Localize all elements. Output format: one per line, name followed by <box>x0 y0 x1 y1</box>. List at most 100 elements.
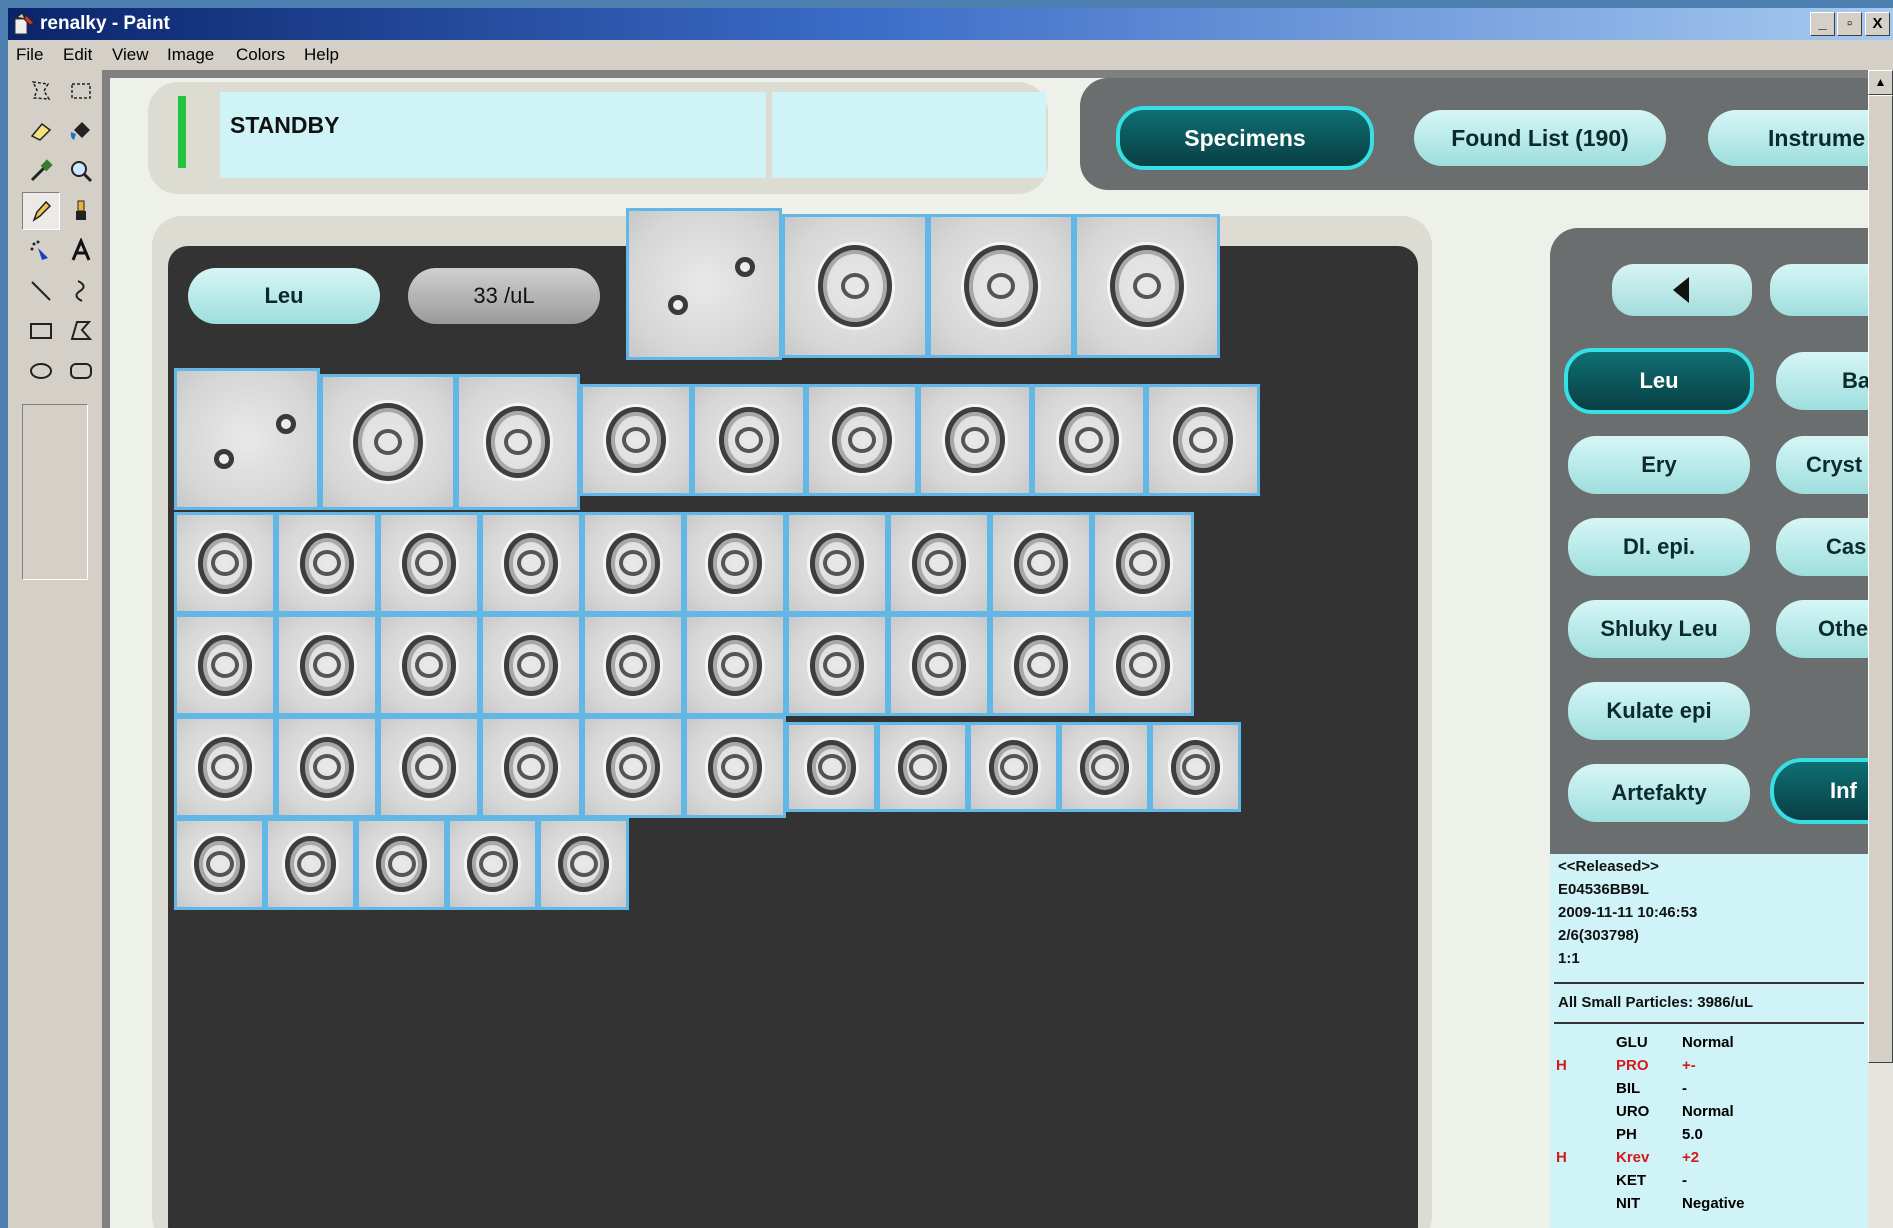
cell-thumbnail[interactable] <box>174 512 276 614</box>
cell-thumbnail[interactable] <box>684 716 786 818</box>
cell-thumbnail[interactable] <box>174 614 276 716</box>
cell-thumbnail[interactable] <box>378 512 480 614</box>
rect-select-tool[interactable] <box>62 72 100 110</box>
menu-file[interactable]: File <box>16 45 43 65</box>
cell-thumbnail[interactable] <box>174 368 320 510</box>
line-tool[interactable] <box>22 272 60 310</box>
vertical-scrollbar[interactable]: ▲ <box>1868 70 1893 1228</box>
cell-thumbnail[interactable] <box>684 512 786 614</box>
cell-thumbnail[interactable] <box>692 384 806 496</box>
close-button[interactable]: X <box>1865 12 1890 36</box>
cell-thumbnail[interactable] <box>378 614 480 716</box>
cell-thumbnail[interactable] <box>582 512 684 614</box>
cell-thumbnail[interactable] <box>480 512 582 614</box>
minimize-button[interactable]: _ <box>1810 12 1835 36</box>
free-select-tool[interactable] <box>22 72 60 110</box>
chem-flag: H <box>1556 1149 1567 1166</box>
cell-thumbnail[interactable] <box>968 722 1059 812</box>
side-button-cryst[interactable]: Cryst <box>1776 436 1868 494</box>
menu-edit[interactable]: Edit <box>63 45 92 65</box>
cell-thumbnail[interactable] <box>888 512 990 614</box>
category-label[interactable]: Leu <box>188 268 380 324</box>
cell-thumbnail[interactable] <box>276 716 378 818</box>
cell-thumbnail[interactable] <box>456 374 580 510</box>
side-button-ba[interactable]: Ba <box>1776 352 1868 410</box>
cell-thumbnail[interactable] <box>1059 722 1150 812</box>
cell-image <box>299 634 355 696</box>
polygon-tool[interactable] <box>62 312 100 350</box>
brush-tool[interactable] <box>62 192 100 230</box>
tab-found-list[interactable]: Found List (190) <box>1414 110 1666 166</box>
cell-thumbnail[interactable] <box>684 614 786 716</box>
side-button-artefakty[interactable]: Artefakty <box>1568 764 1750 822</box>
magnifier-tool[interactable] <box>62 152 100 190</box>
previous-button[interactable] <box>1612 264 1752 316</box>
cell-thumbnail[interactable] <box>378 716 480 818</box>
cell-thumbnail[interactable] <box>1074 214 1220 358</box>
cell-thumbnail[interactable] <box>990 614 1092 716</box>
scroll-thumb[interactable] <box>1868 95 1893 1063</box>
tab-specimens[interactable]: Specimens <box>1116 106 1374 170</box>
cell-thumbnail[interactable] <box>582 614 684 716</box>
airbrush-tool[interactable] <box>22 232 60 270</box>
eraser-tool[interactable] <box>22 112 60 150</box>
cell-thumbnail[interactable] <box>320 374 456 510</box>
text-tool[interactable] <box>62 232 100 270</box>
cell-thumbnail[interactable] <box>582 716 684 818</box>
cell-thumbnail[interactable] <box>276 512 378 614</box>
cell-thumbnail[interactable] <box>480 716 582 818</box>
cell-thumbnail[interactable] <box>480 614 582 716</box>
menu-colors[interactable]: Colors <box>236 45 285 65</box>
side-button-leu[interactable]: Leu <box>1564 348 1754 414</box>
color-picker-tool[interactable] <box>22 152 60 190</box>
rectangle-tool[interactable] <box>22 312 60 350</box>
cell-thumbnail[interactable] <box>888 614 990 716</box>
cell-thumbnail[interactable] <box>928 214 1074 358</box>
cell-thumbnail[interactable] <box>1150 722 1241 812</box>
cell-thumbnail[interactable] <box>538 818 629 910</box>
menu-image[interactable]: Image <box>167 45 214 65</box>
tab-instrument[interactable]: Instrume <box>1708 110 1868 166</box>
pencil-tool[interactable] <box>22 192 60 230</box>
cell-thumbnail[interactable] <box>1146 384 1260 496</box>
cell-thumbnail[interactable] <box>786 722 877 812</box>
particle-dot <box>276 413 297 434</box>
cell-thumbnail[interactable] <box>877 722 968 812</box>
side-button-kulate-epi[interactable]: Kulate epi <box>1568 682 1750 740</box>
cell-thumbnail[interactable] <box>356 818 447 910</box>
scroll-up-arrow-icon[interactable]: ▲ <box>1868 70 1893 95</box>
side-button-shluky-leu[interactable]: Shluky Leu <box>1568 600 1750 658</box>
ellipse-tool[interactable] <box>22 352 60 390</box>
next-button[interactable] <box>1770 264 1868 316</box>
side-button-othe[interactable]: Othe <box>1776 600 1868 658</box>
cell-thumbnail[interactable] <box>806 384 918 496</box>
image-canvas[interactable]: STANDBY Specimens Found List (190) Instr… <box>110 78 1868 1228</box>
cell-thumbnail[interactable] <box>1092 614 1194 716</box>
menu-view[interactable]: View <box>112 45 149 65</box>
curve-tool[interactable] <box>62 272 100 310</box>
side-button-dl-epi[interactable]: Dl. epi. <box>1568 518 1750 576</box>
side-button-ery[interactable]: Ery <box>1568 436 1750 494</box>
cell-thumbnail[interactable] <box>1032 384 1146 496</box>
side-button-cas[interactable]: Cas <box>1776 518 1868 576</box>
cell-thumbnail[interactable] <box>786 512 888 614</box>
cell-thumbnail[interactable] <box>265 818 356 910</box>
maximize-button[interactable]: ▫ <box>1837 12 1862 36</box>
tool-options-box[interactable] <box>22 404 88 580</box>
cell-thumbnail[interactable] <box>782 214 928 358</box>
side-button-inf[interactable]: Inf <box>1770 758 1868 824</box>
cell-thumbnail[interactable] <box>1092 512 1194 614</box>
fill-tool[interactable] <box>62 112 100 150</box>
menu-help[interactable]: Help <box>304 45 339 65</box>
rounded-rect-tool[interactable] <box>62 352 100 390</box>
cell-thumbnail[interactable] <box>918 384 1032 496</box>
cell-thumbnail[interactable] <box>174 716 276 818</box>
cell-thumbnail[interactable] <box>786 614 888 716</box>
chem-name: BIL <box>1616 1080 1641 1097</box>
cell-thumbnail[interactable] <box>580 384 692 496</box>
cell-thumbnail[interactable] <box>626 208 782 360</box>
cell-thumbnail[interactable] <box>990 512 1092 614</box>
cell-thumbnail[interactable] <box>276 614 378 716</box>
cell-thumbnail[interactable] <box>174 818 265 910</box>
cell-thumbnail[interactable] <box>447 818 538 910</box>
